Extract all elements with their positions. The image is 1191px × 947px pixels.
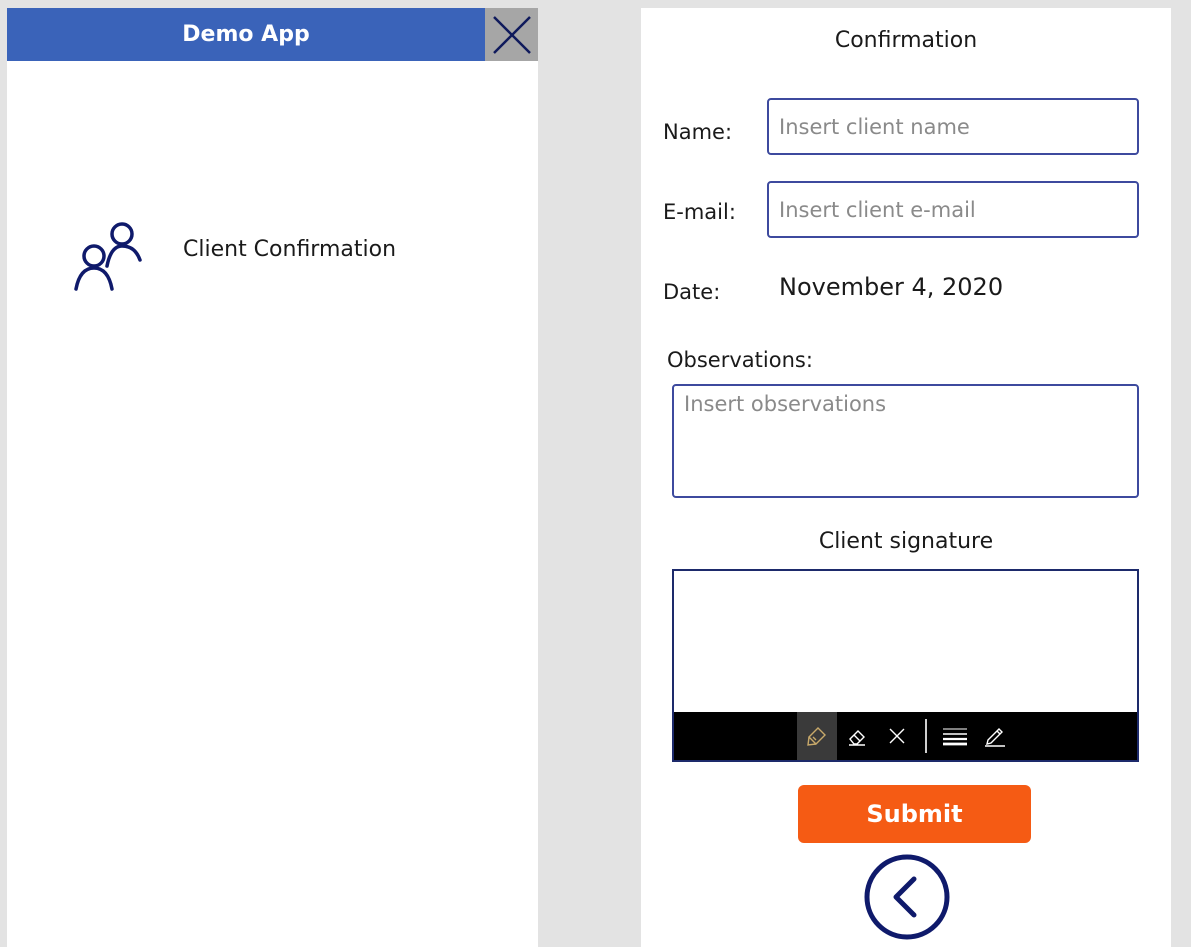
name-label: Name: xyxy=(663,120,733,144)
date-label: Date: xyxy=(663,280,721,304)
chevron-left-circle-icon xyxy=(864,854,950,940)
submit-button[interactable]: Submit xyxy=(798,785,1031,843)
signature-pad[interactable] xyxy=(672,569,1139,762)
eraser-icon xyxy=(848,730,865,746)
pen-color-icon xyxy=(984,728,1005,747)
pen-tool-button[interactable] xyxy=(796,712,837,760)
app-title: Demo App xyxy=(182,22,310,47)
stroke-width-button[interactable] xyxy=(935,712,975,760)
signature-toolbar xyxy=(674,712,1137,760)
back-button[interactable] xyxy=(862,852,952,942)
pen-icon xyxy=(806,727,826,746)
people-icon xyxy=(74,222,142,291)
confirmation-form: Confirmation Name: E-mail: Date: Novembe… xyxy=(641,8,1171,947)
pen-color-button[interactable] xyxy=(975,712,1015,760)
email-label: E-mail: xyxy=(663,200,736,224)
app-header: Demo App xyxy=(7,8,485,61)
email-input[interactable] xyxy=(767,181,1139,238)
menu-item-client-confirmation[interactable]: Client Confirmation xyxy=(67,214,467,294)
form-title: Confirmation xyxy=(834,28,978,53)
observations-label: Observations: xyxy=(667,348,813,372)
stroke-width-icon xyxy=(942,728,967,746)
date-value: November 4, 2020 xyxy=(779,273,1004,301)
navigation-panel: Demo App Client Confirmation xyxy=(7,8,538,947)
clear-icon xyxy=(889,728,904,744)
eraser-tool-button[interactable] xyxy=(837,712,877,760)
menu-item-label: Client Confirmation xyxy=(183,236,397,262)
name-input[interactable] xyxy=(767,98,1139,155)
toolbar-divider xyxy=(924,719,927,753)
signature-title: Client signature xyxy=(818,529,994,554)
close-icon xyxy=(492,15,531,54)
clear-tool-button[interactable] xyxy=(877,712,917,760)
close-button[interactable] xyxy=(485,8,538,61)
observations-input[interactable] xyxy=(672,384,1139,498)
